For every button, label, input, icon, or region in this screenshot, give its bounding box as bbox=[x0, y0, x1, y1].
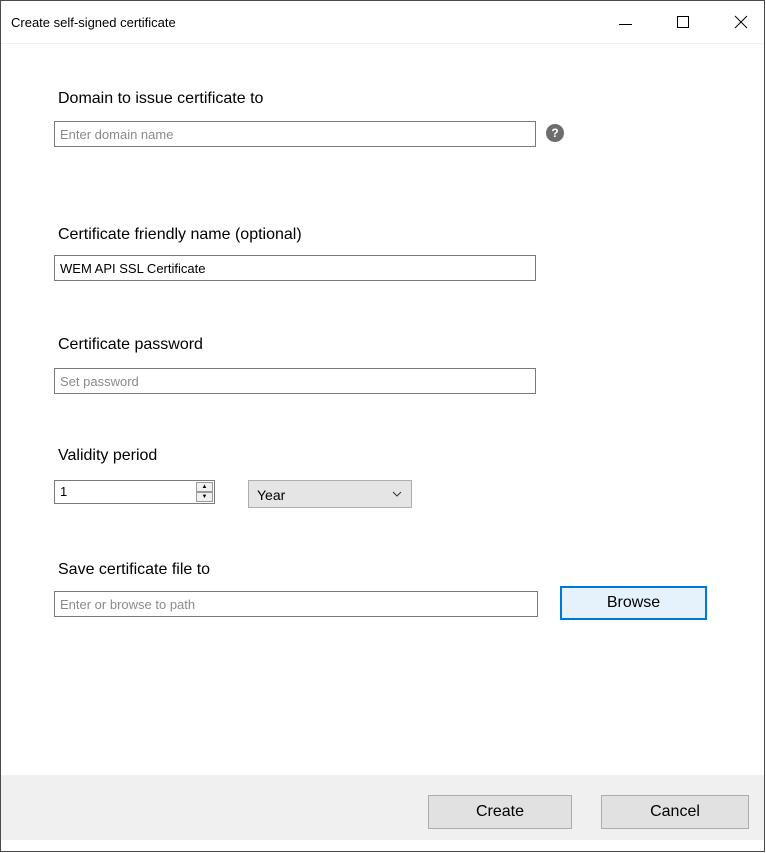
friendly-name-label: Certificate friendly name (optional) bbox=[58, 226, 302, 243]
window-title: Create self-signed certificate bbox=[11, 15, 176, 30]
domain-label: Domain to issue certificate to bbox=[58, 90, 264, 107]
browse-button[interactable]: Browse bbox=[560, 586, 707, 620]
spin-up-icon[interactable]: ▲ bbox=[196, 482, 213, 492]
validity-label: Validity period bbox=[58, 447, 158, 464]
password-label: Certificate password bbox=[58, 336, 203, 353]
validity-unit-select[interactable]: Year bbox=[248, 480, 412, 508]
cancel-button[interactable]: Cancel bbox=[601, 795, 749, 829]
maximize-button[interactable] bbox=[660, 1, 706, 43]
spin-down-icon[interactable]: ▼ bbox=[196, 492, 213, 502]
stepper-buttons: ▲ ▼ bbox=[196, 482, 213, 502]
password-input[interactable] bbox=[54, 368, 536, 394]
title-bar[interactable]: Create self-signed certificate bbox=[1, 1, 764, 43]
minimize-icon bbox=[618, 23, 632, 25]
friendly-name-input[interactable] bbox=[54, 255, 536, 281]
dialog-window: Create self-signed certificate Domain to… bbox=[0, 0, 765, 852]
minimize-button[interactable] bbox=[602, 1, 648, 43]
close-icon bbox=[734, 15, 748, 29]
title-separator bbox=[1, 43, 764, 44]
help-icon[interactable]: ? bbox=[546, 124, 564, 142]
close-button[interactable] bbox=[718, 1, 764, 43]
save-path-input[interactable] bbox=[54, 591, 538, 617]
validity-unit-value: Year bbox=[257, 487, 286, 503]
save-path-label: Save certificate file to bbox=[58, 561, 211, 578]
maximize-icon bbox=[677, 16, 689, 28]
domain-input[interactable] bbox=[54, 121, 536, 147]
create-button[interactable]: Create bbox=[428, 795, 572, 829]
validity-value[interactable]: 1 bbox=[60, 484, 67, 499]
chevron-down-icon bbox=[392, 491, 402, 497]
validity-stepper[interactable]: 1 ▲ ▼ bbox=[54, 480, 215, 504]
